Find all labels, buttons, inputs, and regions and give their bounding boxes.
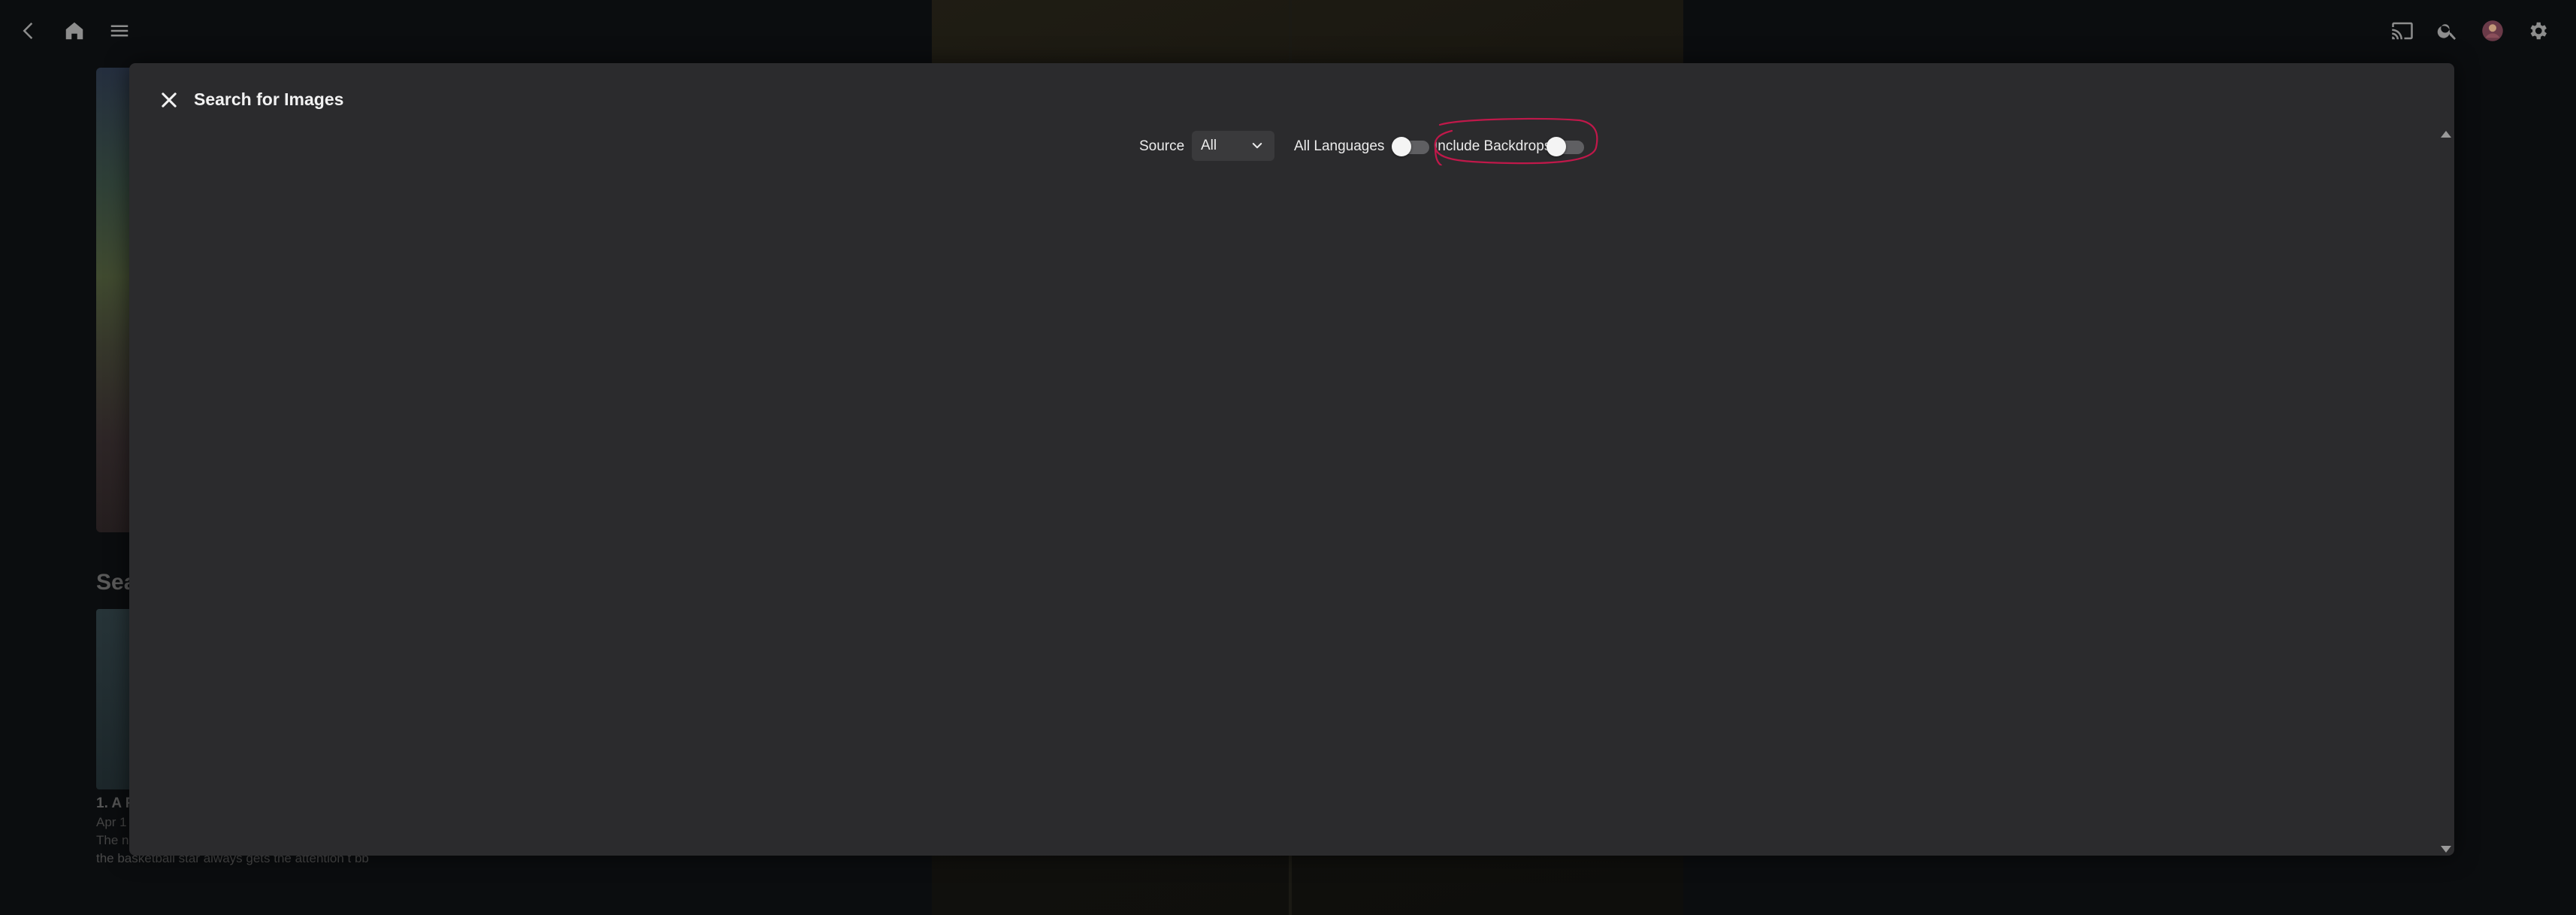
scroll-up-arrow[interactable] (2441, 131, 2451, 138)
source-label: Source (1139, 138, 1185, 154)
include-backdrops-toggle[interactable] (1547, 137, 1587, 156)
all-languages-toggle-knob (1392, 137, 1411, 156)
all-languages-label: All Languages (1294, 138, 1385, 154)
close-button[interactable] (152, 83, 186, 117)
background-episode-title: 1. A F (96, 795, 135, 811)
search-icon[interactable] (2433, 17, 2462, 45)
chevron-down-icon (1252, 143, 1262, 149)
source-select-value: All (1201, 138, 1217, 153)
gear-icon[interactable] (2523, 17, 2552, 45)
include-backdrops-toggle-knob (1547, 137, 1566, 156)
include-backdrops-label: Include Backdrops (1434, 138, 1552, 154)
close-icon (162, 92, 177, 108)
home-icon[interactable] (60, 17, 89, 45)
avatar[interactable] (2478, 17, 2507, 45)
search-images-dialog: Search for Images Source All All Languag… (129, 63, 2454, 856)
dialog-title: Search for Images (194, 89, 344, 109)
arrow-back-icon[interactable] (15, 17, 44, 45)
source-select[interactable]: All (1192, 131, 1274, 161)
background-episode-description: The n (96, 833, 129, 847)
top-bar (0, 0, 2576, 62)
cast-icon[interactable] (2388, 17, 2417, 45)
menu-icon[interactable] (105, 17, 134, 45)
page: Sea 1. A F Apr 1 The n the basketball st… (0, 0, 2576, 915)
all-languages-toggle[interactable] (1392, 137, 1432, 156)
background-episode-date: Apr 1 (96, 815, 127, 829)
scroll-down-arrow[interactable] (2441, 846, 2451, 853)
filter-bar: Source All All Languages Include Backdro… (129, 128, 2454, 165)
